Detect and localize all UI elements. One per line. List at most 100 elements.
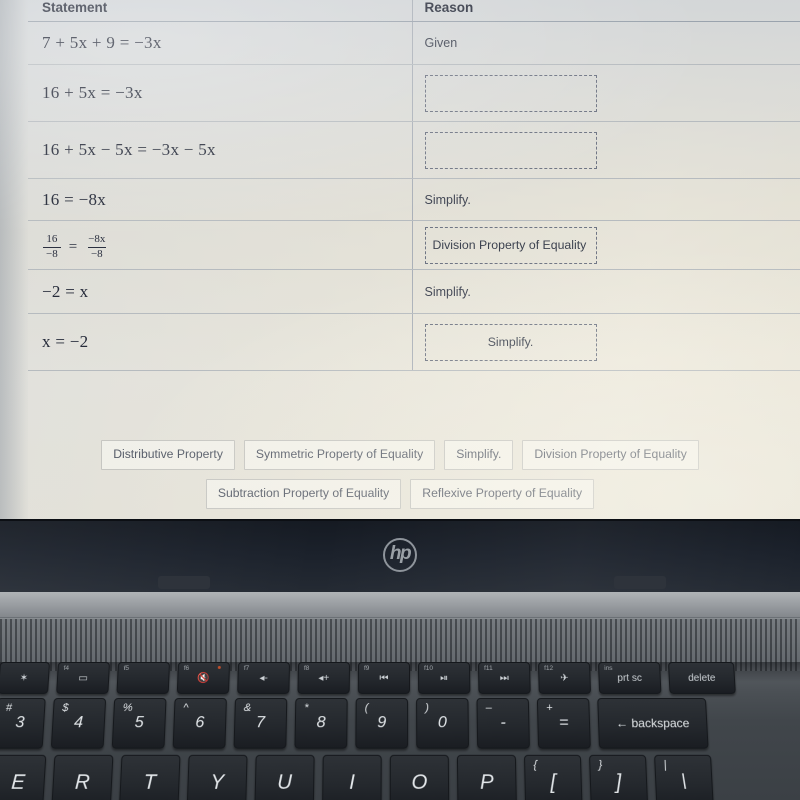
mute-indicator-icon	[218, 666, 221, 669]
key-glyph: ⏯	[440, 672, 448, 683]
key-label: R	[74, 771, 90, 795]
key-0[interactable]: ) 0	[416, 698, 469, 749]
key-glyph: ⏭	[500, 672, 509, 683]
keyboard-function-row[interactable]: ✶ f4 ▭ f5 f6 🔇 f7 ◂- f8 ◂+ f9 ⏮ f10 ⏯ f11 ⏭ f12 ✈ ins prt s…	[0, 662, 800, 696]
keyboard-number-row[interactable]: #3 $4% 5 ^ 6 & 7 * 8(9) 0– - + = ← backspace	[0, 698, 800, 751]
reason-dropzone-filled[interactable]: Division Property of Equality	[425, 227, 597, 264]
key-shift-label: (	[365, 702, 369, 714]
reason-cell: Given	[412, 22, 800, 65]
key-label: I	[349, 771, 355, 795]
key-[interactable]: f8 ◂+	[297, 662, 350, 694]
statement-cell: 16 −8 = −8x −8	[28, 221, 412, 270]
key-fn-label: ins	[604, 665, 613, 672]
reason-cell	[412, 122, 800, 179]
equals-sign: =	[69, 239, 77, 256]
key-label: T	[143, 771, 157, 795]
reason-dropzone-filled[interactable]: Simplify.	[425, 324, 597, 361]
fraction-left: 16 −8	[43, 234, 61, 261]
key-shift-label: {	[533, 759, 537, 771]
two-column-proof-table: Statement Reason 7 + 5x + 9 = −3x Given …	[28, 0, 800, 371]
key-[interactable]: f9 ⏮	[358, 662, 410, 694]
key-o[interactable]: O	[390, 755, 450, 800]
reason-text: Simplify.	[425, 285, 471, 299]
key-[interactable]: {[	[524, 755, 583, 800]
option-chip-distributive-property[interactable]: Distributive Property	[101, 440, 235, 470]
statement-equation: 16 = −8x	[42, 190, 106, 209]
keyboard[interactable]: ✶ f4 ▭ f5 f6 🔇 f7 ◂- f8 ◂+ f9 ⏮ f10 ⏯ f11 ⏭ f12 ✈ ins prt s…	[0, 662, 800, 800]
key-[interactable]: f5	[116, 662, 170, 694]
key-6[interactable]: ^ 6	[173, 698, 227, 749]
key-p[interactable]: P	[457, 755, 517, 800]
key-[interactable]: }]	[589, 755, 648, 800]
key-shift-label: #	[5, 702, 12, 714]
key-label: [	[550, 771, 556, 795]
key-glyph: delete	[688, 672, 716, 683]
key-fn-label: f8	[304, 665, 310, 672]
key-y[interactable]: Y	[187, 755, 248, 800]
key-label: 4	[74, 714, 84, 732]
key-[interactable]: f12 ✈	[538, 662, 591, 694]
key-fn-label: f6	[184, 665, 190, 672]
key-[interactable]: f11 ⏭	[478, 662, 531, 694]
key-label: 7	[256, 714, 265, 732]
key-i[interactable]: I	[322, 755, 382, 800]
key-u[interactable]: U	[254, 755, 314, 800]
column-header-statement: Statement	[28, 0, 412, 22]
key-7[interactable]: & 7	[234, 698, 288, 749]
key-[interactable]: f7 ◂-	[237, 662, 290, 694]
option-bank-row-1: Distributive Property Symmetric Property…	[28, 440, 772, 470]
key-[interactable]: f10 ⏯	[418, 662, 470, 694]
key-4[interactable]: $4	[51, 698, 106, 749]
hp-logo-icon: hp	[383, 537, 417, 571]
key-glyph: prt sc	[617, 672, 642, 683]
key-label: -	[500, 714, 506, 732]
keyboard-letter-row[interactable]: E R T Y U I O P{[}] | \	[0, 755, 800, 800]
fraction-right-numerator: −8x	[85, 234, 108, 247]
key-5[interactable]: % 5	[112, 698, 167, 749]
key-3[interactable]: #3	[0, 698, 46, 749]
key-[interactable]: ✶	[0, 662, 50, 694]
key-shift-label: –	[486, 702, 492, 714]
option-chip-reflexive-property-of-equality[interactable]: Reflexive Property of Equality	[410, 479, 594, 509]
key-prt-sc[interactable]: ins prt sc	[598, 662, 661, 694]
key-9[interactable]: (9	[355, 698, 408, 749]
statement-cell: 16 = −8x	[28, 179, 412, 221]
reason-dropzone-empty[interactable]	[425, 132, 597, 169]
key-shift-label: |	[663, 759, 666, 771]
reason-text: Given	[425, 36, 458, 50]
fraction-right-denominator: −8	[88, 247, 106, 261]
key-t[interactable]: T	[119, 755, 181, 800]
option-chip-simplify[interactable]: Simplify.	[444, 440, 513, 470]
key-glyph: ◂-	[259, 672, 268, 683]
reason-dropzone-empty[interactable]	[425, 75, 597, 112]
key-[interactable]: – -	[476, 698, 529, 749]
key-shift-label: &	[244, 702, 252, 714]
statement-cell: −2 = x	[28, 270, 412, 314]
table-header-row: Statement Reason	[28, 0, 800, 22]
key-[interactable]: + =	[537, 698, 591, 749]
key-e[interactable]: E	[0, 755, 46, 800]
table-row: 7 + 5x + 9 = −3x Given	[28, 22, 800, 65]
statement-cell: x = −2	[28, 314, 412, 371]
key-[interactable]: | \	[654, 755, 714, 800]
table-row: 16 + 5x − 5x = −3x − 5x	[28, 122, 800, 179]
key-backspace[interactable]: ← backspace	[597, 698, 708, 749]
key-glyph: 🔇	[197, 672, 210, 683]
option-chip-symmetric-property-of-equality[interactable]: Symmetric Property of Equality	[244, 440, 435, 470]
key-8[interactable]: * 8	[294, 698, 347, 749]
key-label: 9	[377, 714, 386, 732]
key-fn-label: f11	[484, 665, 493, 672]
option-chip-subtraction-property-of-equality[interactable]: Subtraction Property of Equality	[206, 479, 401, 509]
key-[interactable]: f4 ▭	[56, 662, 110, 694]
key-delete[interactable]: delete	[668, 662, 736, 694]
key-label: P	[480, 771, 494, 795]
key-[interactable]: f6 🔇	[177, 662, 230, 694]
key-label: 8	[317, 714, 326, 732]
reason-cell: Simplify.	[412, 270, 800, 314]
option-bank-row-2: Subtraction Property of Equality Reflexi…	[28, 479, 772, 509]
option-chip-division-property-of-equality[interactable]: Division Property of Equality	[522, 440, 698, 470]
key-r[interactable]: R	[51, 755, 113, 800]
laptop-screen: Statement Reason 7 + 5x + 9 = −3x Given …	[0, 0, 800, 519]
key-label: 3	[15, 714, 25, 732]
statement-equation-fraction: 16 −8 = −8x −8	[42, 234, 109, 261]
